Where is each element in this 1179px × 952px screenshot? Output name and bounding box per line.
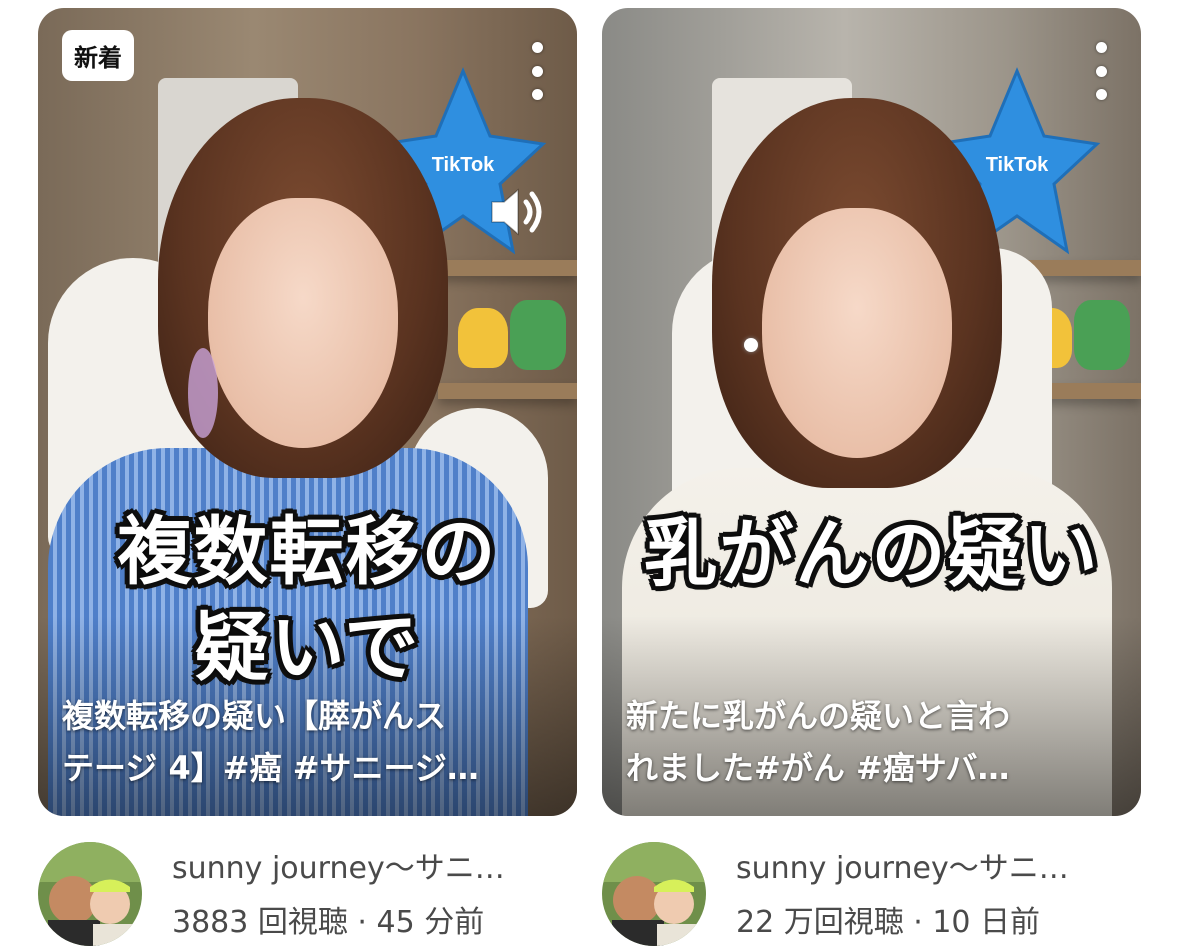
more-vertical-icon[interactable] <box>527 42 547 100</box>
view-stats: 3883 回視聴 · 45 分前 <box>172 905 485 940</box>
channel-name[interactable]: sunny journey～サニ… <box>172 843 505 887</box>
new-badge: 新着 <box>62 30 134 81</box>
video-title-line2: れました#がん #癌サバ… <box>626 749 1010 787</box>
avatar[interactable] <box>602 842 706 946</box>
channel-name[interactable]: sunny journey～サニ… <box>736 843 1069 887</box>
video-title[interactable]: 新たに乳がんの疑いと言わ れました#がん #癌サバ… <box>626 690 1117 794</box>
tiktok-label: TikTok <box>986 154 1049 176</box>
video-title-line1: 複数転移の疑い【膵がんス <box>62 697 447 735</box>
overlay-caption-line1: 乳がんの疑い <box>643 511 1100 597</box>
video-card-1[interactable]: TikTok 複数転移の 疑いで 新着 複数転移の疑い【膵がんス テージ 4】#… <box>38 8 577 816</box>
video-title[interactable]: 複数転移の疑い【膵がんス テージ 4】#癌 #サニージ… <box>62 690 553 794</box>
video-card-2[interactable]: TikTok 乳がんの疑い 新たに乳がんの疑いと言わ れました#がん #癌サバ… <box>602 8 1141 816</box>
video-title-line1: 新たに乳がんの疑いと言わ <box>626 697 1011 735</box>
overlay-caption-line2: 疑いで <box>194 605 421 691</box>
more-vertical-icon[interactable] <box>1091 42 1111 100</box>
tiktok-label: TikTok <box>432 154 495 176</box>
speaker-icon[interactable] <box>488 184 552 240</box>
video-title-line2: テージ 4】#癌 #サニージ… <box>62 749 479 787</box>
view-stats: 22 万回視聴 · 10 日前 <box>736 905 1041 940</box>
avatar[interactable] <box>38 842 142 946</box>
overlay-caption-line1: 複数転移の <box>117 509 498 595</box>
